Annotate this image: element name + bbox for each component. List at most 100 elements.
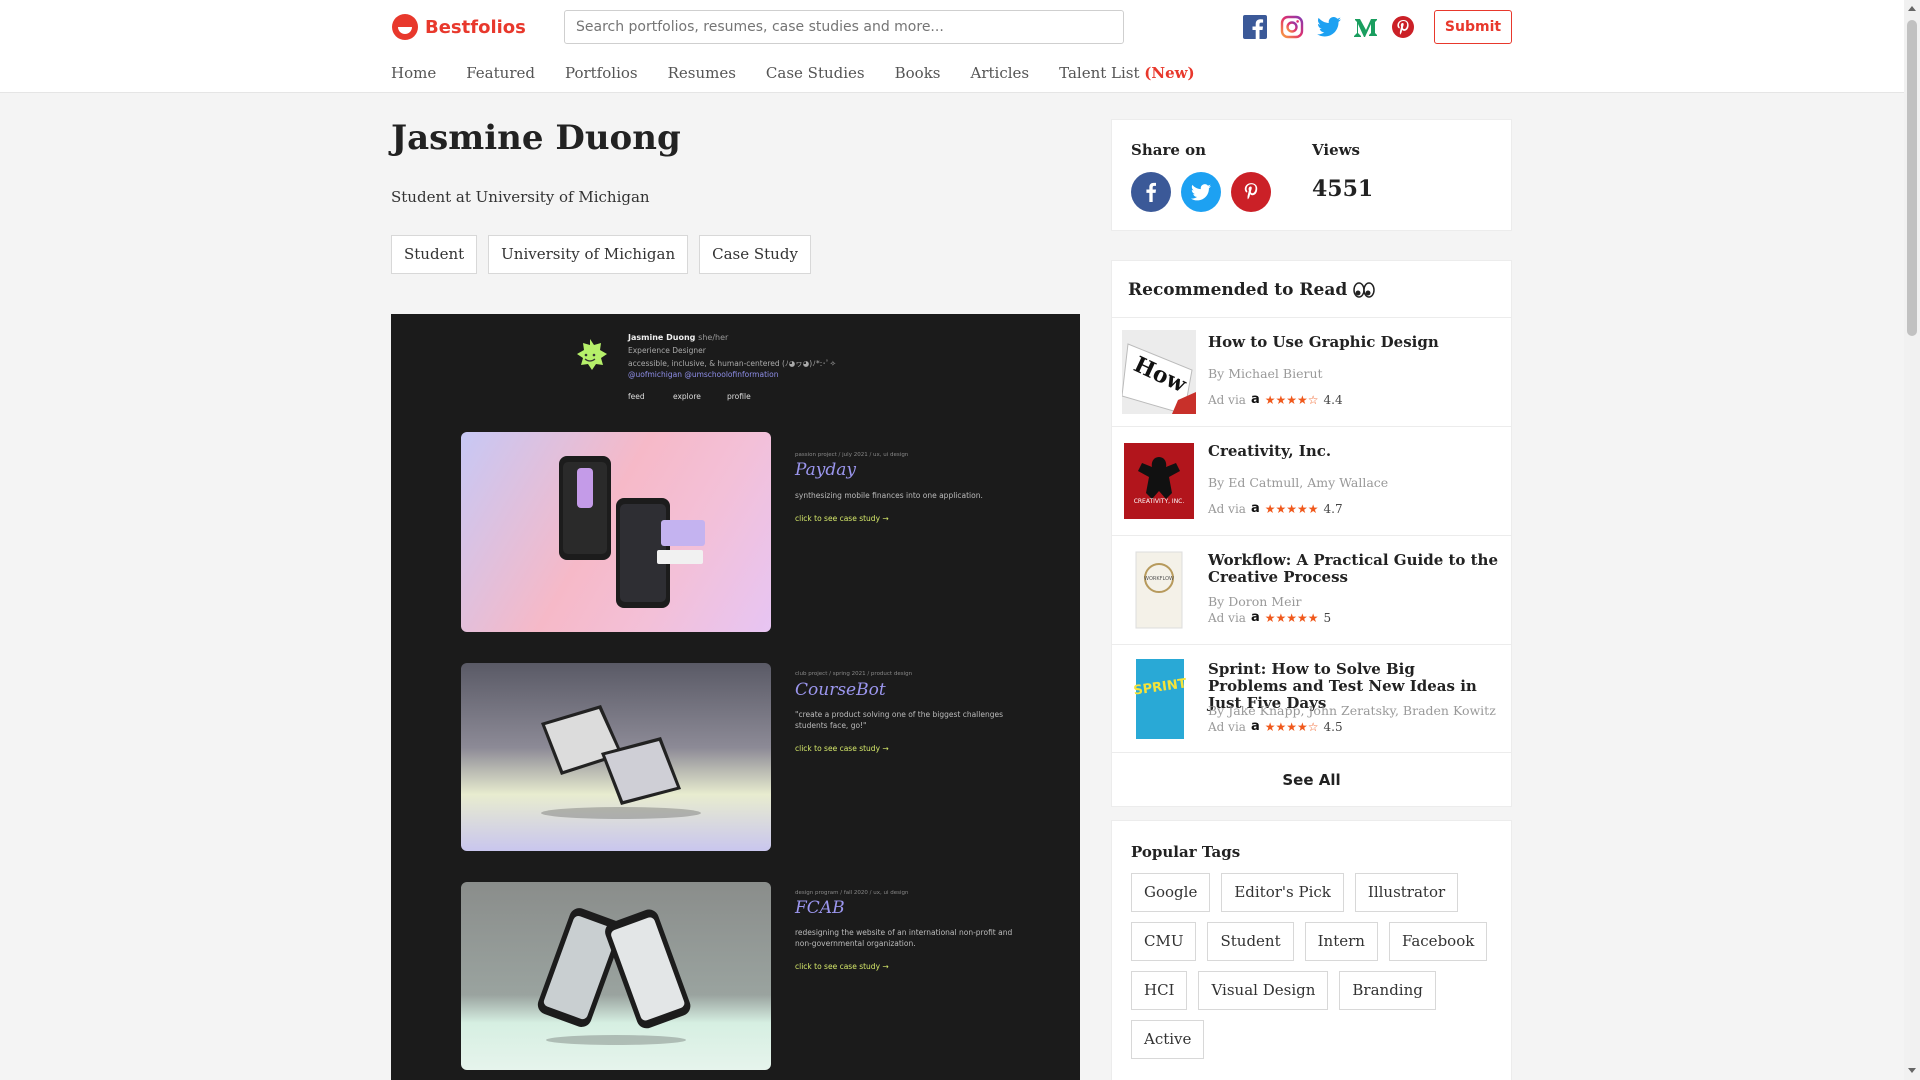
logo-text: Bestfolios	[425, 16, 526, 38]
share-pinterest-icon[interactable]	[1231, 172, 1271, 212]
preview-role: Experience Designer	[628, 346, 706, 355]
ad-via-label: Ad via	[1208, 501, 1246, 516]
book-item[interactable]: WORKFLOW Workflow: A Practical Guide to …	[1112, 535, 1511, 644]
tag-facebook[interactable]: Facebook	[1388, 922, 1488, 961]
scroll-down-icon[interactable]	[1908, 1068, 1916, 1073]
project-desc: "create a product solving one of the big…	[795, 710, 1004, 730]
popular-tags-list: Google Editor's Pick Illustrator CMU Stu…	[1131, 873, 1511, 1059]
book-author: By Ed Catmull, Amy Wallace	[1208, 475, 1389, 490]
tag-branding[interactable]: Branding	[1339, 971, 1436, 1010]
facebook-icon[interactable]	[1241, 13, 1269, 41]
rating-value: 4.7	[1323, 501, 1343, 516]
pinterest-icon[interactable]	[1389, 13, 1417, 41]
case-study-link[interactable]: click to see case study →	[795, 962, 889, 971]
instagram-icon[interactable]	[1278, 13, 1306, 41]
book-ad: Ad via a ★★★★☆ 4.5	[1208, 719, 1343, 734]
book-cover: WORKFLOW	[1122, 548, 1196, 632]
book-item[interactable]: How How to Use Graphic Design By Michael…	[1112, 317, 1511, 426]
amazon-icon: a	[1250, 719, 1260, 734]
recommended-card: Recommended to Read How How to Use Graph…	[1111, 260, 1512, 807]
rating-stars: ★★★★★	[1264, 610, 1319, 625]
share-label: Share on	[1131, 141, 1207, 159]
project-card-fcab	[461, 882, 771, 1070]
submit-button[interactable]: Submit	[1434, 10, 1512, 44]
twitter-icon[interactable]	[1315, 13, 1343, 41]
preview-pronoun: she/her	[698, 333, 729, 342]
case-study-link[interactable]: click to see case study →	[795, 514, 889, 523]
tag-cmu[interactable]: CMU	[1131, 922, 1197, 961]
profile-subtitle: Student at University of Michigan	[391, 188, 650, 206]
tag-google[interactable]: Google	[1131, 873, 1211, 912]
book-cover: How	[1122, 330, 1196, 414]
recommended-title-text: Recommended to Read	[1128, 280, 1348, 300]
tag-university[interactable]: University of Michigan	[488, 235, 689, 274]
project-desc: redesigning the website of an internatio…	[795, 928, 1013, 948]
tag-intern[interactable]: Intern	[1304, 922, 1378, 961]
rating-stars: ★★★★★	[1264, 501, 1319, 516]
scroll-up-icon[interactable]	[1908, 6, 1916, 11]
see-all-button[interactable]: See All	[1112, 752, 1511, 807]
preview-name: Jasmine Duong she/her	[628, 333, 728, 342]
medium-icon[interactable]	[1352, 13, 1380, 41]
new-badge: (New)	[1144, 64, 1195, 82]
profile-tags: Student University of Michigan Case Stud…	[391, 235, 811, 274]
tag-case-study[interactable]: Case Study	[699, 235, 811, 274]
nav-case-studies[interactable]: Case Studies	[766, 64, 865, 82]
popular-tags-title: Popular Tags	[1131, 843, 1241, 861]
views-label: Views	[1312, 141, 1360, 159]
book-ad: Ad via a ★★★★★ 4.7	[1208, 501, 1343, 516]
preview-nav-feed: feed	[628, 392, 645, 401]
nav-talent-list[interactable]: Talent List (New)	[1059, 64, 1195, 82]
tag-student[interactable]: Student	[391, 235, 478, 274]
book-item[interactable]: CREATIVITY, INC. Creativity, Inc. By Ed …	[1112, 426, 1511, 535]
preview-name-text: Jasmine Duong	[628, 333, 696, 342]
ad-via-label: Ad via	[1208, 392, 1246, 407]
portfolio-preview[interactable]: Jasmine Duong she/her Experience Designe…	[391, 314, 1080, 1080]
site-header: Bestfolios Submit Home Featured Portfoli…	[0, 0, 1904, 93]
recommended-title: Recommended to Read	[1128, 280, 1375, 300]
logo[interactable]: Bestfolios	[392, 14, 526, 40]
book-author: By Doron Meir	[1208, 594, 1302, 609]
book-cover: SPRINT	[1122, 657, 1196, 741]
book-title: Creativity, Inc.	[1208, 442, 1332, 460]
share-facebook-icon[interactable]	[1131, 172, 1171, 212]
ad-via-label: Ad via	[1208, 610, 1246, 625]
nav-portfolios[interactable]: Portfolios	[565, 64, 638, 82]
tag-editors-pick[interactable]: Editor's Pick	[1221, 873, 1344, 912]
nav-home[interactable]: Home	[391, 64, 436, 82]
nav-talent-list-label: Talent List	[1059, 64, 1140, 82]
nav-articles[interactable]: Articles	[971, 64, 1030, 82]
book-item[interactable]: SPRINT Sprint: How to Solve Big Problems…	[1112, 644, 1511, 753]
tag-hci[interactable]: HCI	[1131, 971, 1188, 1010]
page-scrollbar[interactable]	[1904, 0, 1920, 1080]
nav-featured[interactable]: Featured	[466, 64, 535, 82]
svg-text:WORKFLOW: WORKFLOW	[1144, 576, 1174, 582]
tag-visual-design[interactable]: Visual Design	[1198, 971, 1329, 1010]
project-desc: synthesizing mobile finances into one ap…	[795, 491, 983, 500]
main-nav: Home Featured Portfolios Resumes Case St…	[391, 64, 1195, 82]
scrollbar-thumb[interactable]	[1907, 20, 1917, 336]
project-title: CourseBot	[795, 680, 886, 700]
case-study-link[interactable]: click to see case study →	[795, 744, 889, 753]
tag-active[interactable]: Active	[1131, 1020, 1205, 1059]
views-count: 4551	[1312, 176, 1374, 202]
amazon-icon: a	[1250, 392, 1260, 407]
project-title: FCAB	[795, 898, 845, 918]
svg-text:CREATIVITY, INC.: CREATIVITY, INC.	[1134, 498, 1185, 505]
nav-resumes[interactable]: Resumes	[668, 64, 736, 82]
tag-illustrator[interactable]: Illustrator	[1354, 873, 1459, 912]
page-title: Jasmine Duong	[391, 118, 681, 158]
project-card-payday	[461, 432, 771, 632]
tag-student[interactable]: Student	[1207, 922, 1294, 961]
book-title: Workflow: A Practical Guide to the Creat…	[1208, 551, 1499, 586]
rating-stars: ★★★★☆	[1264, 719, 1319, 734]
preview-tagline: accessible, inclusive, & human-centered …	[628, 359, 837, 368]
share-twitter-icon[interactable]	[1181, 172, 1221, 212]
rating-value: 4.5	[1323, 719, 1343, 734]
book-title: How to Use Graphic Design	[1208, 333, 1439, 351]
laptop-mockup-image	[541, 705, 701, 819]
nav-books[interactable]: Books	[895, 64, 941, 82]
project-card-coursebot	[461, 663, 771, 851]
preview-nav-profile: profile	[727, 392, 751, 401]
search-input[interactable]	[564, 10, 1124, 44]
